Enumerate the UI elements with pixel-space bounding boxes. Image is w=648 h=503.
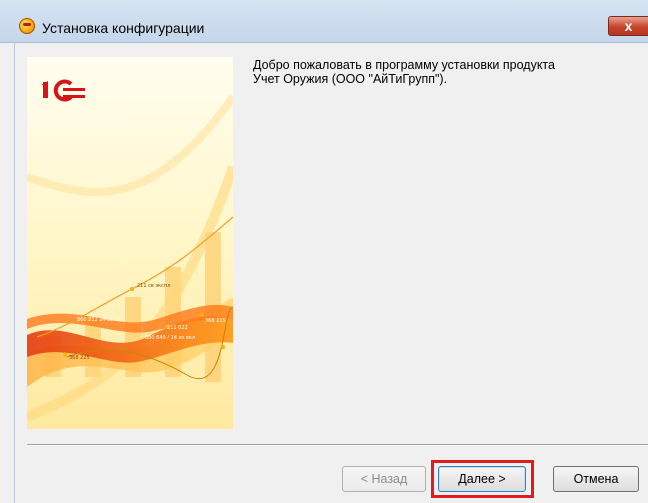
button-separator bbox=[27, 444, 648, 446]
svg-text:211 св экспл: 211 св экспл bbox=[137, 283, 170, 289]
title-bar[interactable]: Установка конфигурации x bbox=[0, 0, 648, 43]
svg-text:368 225: 368 225 bbox=[205, 318, 226, 324]
welcome-line-2: Учет Оружия (ООО "АйТиГрупп"). bbox=[253, 72, 448, 86]
product-banner: 211 св экспл 860 212 24 со сч 211 022 36… bbox=[27, 57, 233, 429]
1c-app-icon bbox=[19, 18, 35, 34]
svg-text:860 212 24 со сч: 860 212 24 со сч bbox=[77, 317, 120, 323]
close-icon: x bbox=[624, 18, 633, 34]
installer-window: Установка конфигурации x 211 св экспл 86… bbox=[0, 0, 648, 503]
back-button[interactable]: < Назад bbox=[342, 466, 426, 492]
welcome-message: Добро пожаловать в программу установки п… bbox=[253, 58, 633, 86]
next-button-highlight bbox=[431, 460, 534, 498]
svg-text:368 225: 368 225 bbox=[69, 355, 90, 361]
cancel-button[interactable]: Отмена bbox=[553, 466, 639, 492]
svg-text:211 022: 211 022 bbox=[167, 325, 188, 331]
welcome-line-1: Добро пожаловать в программу установки п… bbox=[253, 58, 555, 72]
svg-text:680 640 / 14 из вкл: 680 640 / 14 из вкл bbox=[145, 335, 195, 341]
banner-art: 211 св экспл 860 212 24 со сч 211 022 36… bbox=[27, 57, 233, 429]
close-button[interactable]: x bbox=[608, 16, 648, 36]
window-title: Установка конфигурации bbox=[42, 20, 205, 36]
